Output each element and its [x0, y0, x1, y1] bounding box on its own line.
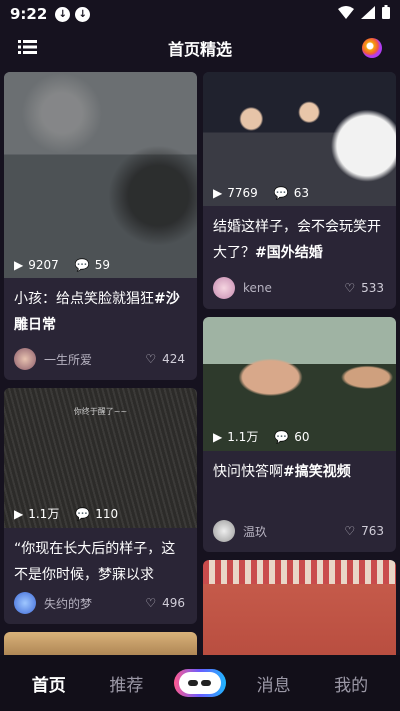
- play-icon: ▶: [14, 506, 24, 521]
- download-icon: ↓: [55, 6, 71, 22]
- author-name[interactable]: 一生所爱: [44, 351, 145, 368]
- avatar[interactable]: [14, 592, 36, 614]
- title-text: 快问快答啊: [213, 464, 283, 480]
- video-thumbnail[interactable]: ▶ 9207 💬 59: [4, 72, 197, 278]
- bottom-tab-bar: 首页 推荐 消息 我的: [0, 655, 400, 711]
- tab-home[interactable]: 首页: [19, 671, 79, 696]
- title-text: 小孩：给点笑脸就猖狂: [14, 291, 154, 307]
- video-stats: ▶ 9207 💬 59: [14, 258, 110, 272]
- download-icon: ↓: [75, 6, 91, 22]
- app-logo-icon[interactable]: [362, 38, 382, 58]
- comment-icon: 💬: [75, 506, 91, 521]
- video-card[interactable]: [203, 560, 396, 662]
- video-card[interactable]: 你终于醒了~~ ▶ 1.1万 💬 110 “你现在长大后的样子，这不是你时候，梦寐以…: [4, 388, 197, 624]
- title-tag[interactable]: #搞笑视频: [283, 464, 351, 480]
- card-footer: kene ♡ 533: [213, 277, 384, 299]
- title-text: “你现在长大后的样子，这不是你时候，梦寐以求: [14, 541, 176, 583]
- author-name[interactable]: 温玖: [243, 523, 344, 540]
- tab-messages[interactable]: 消息: [244, 671, 304, 696]
- avatar[interactable]: [213, 520, 235, 542]
- avatar[interactable]: [14, 348, 36, 370]
- author-name[interactable]: kene: [243, 281, 344, 295]
- mascot-icon: [178, 672, 221, 694]
- video-card[interactable]: ▶ 7769 💬 63 结婚这样子，会不会玩笑开大了？#国外结婚 kene ♡ 533: [203, 72, 396, 309]
- video-stats: ▶ 1.1万 💬 110: [14, 505, 118, 522]
- wifi-icon: [338, 5, 354, 19]
- play-count: 9207: [28, 258, 59, 272]
- heart-icon[interactable]: ♡: [344, 281, 355, 295]
- heart-icon[interactable]: ♡: [344, 524, 355, 538]
- video-stats: ▶ 1.1万 💬 60: [213, 428, 310, 445]
- create-button[interactable]: [173, 669, 226, 697]
- status-bar: 9:22 ↓ ↓: [0, 0, 400, 28]
- video-caption: 你终于醒了~~: [73, 407, 128, 416]
- video-frame: [4, 72, 197, 278]
- comment-icon: 💬: [74, 258, 90, 272]
- heart-icon[interactable]: ♡: [145, 596, 156, 610]
- play-icon: ▶: [213, 186, 223, 200]
- play-count: 1.1万: [28, 507, 60, 521]
- comment-count: 110: [95, 506, 119, 521]
- play-count: 7769: [227, 186, 258, 200]
- video-card[interactable]: ▶ 1.1万 💬 60 快问快答啊#搞笑视频 温玖 ♡ 763: [203, 317, 396, 552]
- card-title: 小孩：给点笑脸就猖狂#沙雕日常: [4, 278, 197, 338]
- battery-icon: [382, 5, 390, 19]
- comment-count: 59: [94, 258, 111, 272]
- card-title: 快问快答啊#搞笑视频: [203, 451, 396, 485]
- comment-icon: 💬: [273, 186, 289, 200]
- card-title: “你现在长大后的样子，这不是你时候，梦寐以求: [4, 528, 197, 588]
- card-footer: 温玖 ♡ 763: [213, 520, 384, 542]
- play-icon: ▶: [14, 258, 24, 272]
- like-count: 496: [162, 596, 185, 610]
- video-frame: [203, 584, 396, 662]
- title-tag[interactable]: #国外结婚: [255, 245, 323, 261]
- avatar[interactable]: [213, 277, 235, 299]
- video-stats: ▶ 7769 💬 63: [213, 186, 309, 200]
- video-thumbnail[interactable]: 你终于醒了~~ ▶ 1.1万 💬 110: [4, 388, 197, 528]
- header: 首页精选: [0, 28, 400, 68]
- like-count: 533: [361, 281, 384, 295]
- tab-recommend[interactable]: 推荐: [96, 671, 156, 696]
- comment-count: 60: [294, 429, 310, 444]
- video-thumbnail[interactable]: ▶ 7769 💬 63: [203, 72, 396, 206]
- card-title: 结婚这样子，会不会玩笑开大了？#国外结婚: [203, 206, 396, 266]
- signal-icon: [361, 5, 375, 19]
- comment-count: 63: [293, 186, 310, 200]
- comment-icon: 💬: [274, 429, 290, 444]
- card-footer: 失约的梦 ♡ 496: [14, 592, 185, 614]
- play-icon: ▶: [213, 429, 223, 444]
- heart-icon[interactable]: ♡: [145, 352, 156, 366]
- card-footer: 一生所爱 ♡ 424: [14, 348, 185, 370]
- status-time: 9:22: [10, 5, 48, 23]
- tab-mine[interactable]: 我的: [321, 671, 381, 696]
- like-count: 424: [162, 352, 185, 366]
- like-count: 763: [361, 524, 384, 538]
- video-thumbnail[interactable]: ▶ 1.1万 💬 60: [203, 317, 396, 451]
- page-title: 首页精选: [167, 40, 232, 59]
- video-card[interactable]: ▶ 9207 💬 59 小孩：给点笑脸就猖狂#沙雕日常 一生所爱 ♡ 424: [4, 72, 197, 380]
- author-name[interactable]: 失约的梦: [44, 595, 145, 612]
- play-count: 1.1万: [227, 430, 259, 444]
- menu-icon[interactable]: [18, 40, 37, 54]
